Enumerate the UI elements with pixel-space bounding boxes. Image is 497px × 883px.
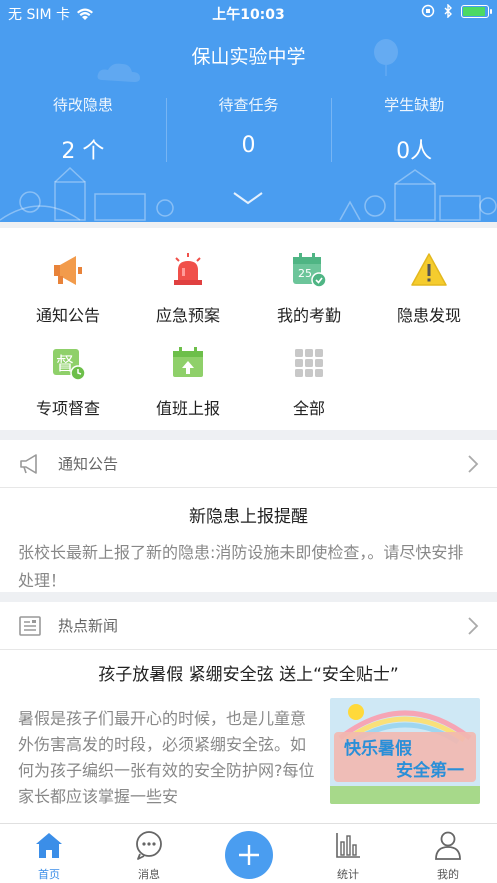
warning-icon bbox=[411, 253, 447, 286]
header: 无 SIM 卡 上午10:03 保山实验中学 待改隐患 2 个 待查任务 0 学… bbox=[0, 0, 497, 222]
grid-item-duty-report[interactable]: 值班上报 bbox=[126, 343, 250, 419]
tab-label: 首页 bbox=[38, 868, 60, 881]
stat-pending-hazards[interactable]: 待改隐患 2 个 bbox=[0, 94, 166, 165]
grid-item-notice[interactable]: 通知公告 bbox=[6, 250, 130, 326]
stat-pending-tasks[interactable]: 待查任务 0 bbox=[165, 94, 332, 165]
grid-label: 我的考勤 bbox=[276, 306, 341, 325]
stats-row: 待改隐患 2 个 待查任务 0 学生缺勤 0人 bbox=[0, 94, 497, 165]
grid-item-attendance[interactable]: 25 我的考勤 bbox=[247, 250, 371, 326]
notice-title[interactable]: 新隐患上报提醒 bbox=[0, 502, 497, 527]
school-name: 保山实验中学 bbox=[191, 46, 306, 68]
grid-item-hazard-discovery[interactable]: 隐患发现 bbox=[367, 250, 491, 326]
feature-grid: 通知公告 应急预案 25 我的考勤 隐患发现 督 专项督查 值班上报 全部 bbox=[0, 228, 497, 430]
news-card: 热点新闻 孩子放暑假 紧绷安全弦 送上“安全贴士” 暑假是孩子们最开心的时候，也… bbox=[0, 602, 497, 823]
home-icon bbox=[36, 833, 62, 858]
grid-label: 隐患发现 bbox=[396, 306, 461, 325]
add-button[interactable] bbox=[225, 831, 273, 879]
grid-label: 全部 bbox=[292, 399, 325, 418]
notice-card: 通知公告 新隐患上报提醒 张校长最新上报了新的隐患:消防设施未即使检查，。请尽快… bbox=[0, 440, 497, 592]
plus-icon bbox=[239, 845, 259, 865]
stat-label: 待查任务 bbox=[218, 96, 279, 114]
news-body: 暑假是孩子们最开心的时候，也是儿童意外伤害高发的时段，必须紧绷安全弦。如何为孩子… bbox=[18, 709, 315, 806]
stat-value: 0 bbox=[241, 133, 256, 158]
stat-label: 学生缺勤 bbox=[384, 96, 445, 114]
image-caption-2: 安全第一 bbox=[396, 760, 464, 781]
notice-header[interactable]: 通知公告 bbox=[0, 440, 497, 488]
grid-label: 应急预案 bbox=[155, 306, 220, 325]
grid-item-all[interactable]: 全部 bbox=[247, 343, 371, 419]
alarm-light-icon bbox=[174, 253, 202, 285]
calendar-check-icon: 25 bbox=[293, 253, 327, 288]
chat-icon bbox=[136, 831, 162, 860]
grid-label: 通知公告 bbox=[35, 306, 100, 325]
all-grid-icon bbox=[295, 349, 323, 377]
news-header[interactable]: 热点新闻 bbox=[0, 602, 497, 650]
megaphone-outline-icon bbox=[20, 453, 37, 474]
section-title: 通知公告 bbox=[58, 455, 119, 473]
summer-safety-illustration: 快乐暑假 安全第一 bbox=[330, 698, 480, 804]
notice-body: 张校长最新上报了新的隐患:消防设施未即使检查，。请尽快安排处理！ bbox=[18, 543, 464, 590]
tab-label: 我的 bbox=[437, 868, 459, 881]
news-title[interactable]: 孩子放暑假 紧绷安全弦 送上“安全贴士” bbox=[0, 660, 497, 685]
image-caption-1: 快乐暑假 bbox=[344, 738, 412, 759]
news-thumbnail[interactable]: 快乐暑假 安全第一 bbox=[330, 698, 480, 804]
calendar-day: 25 bbox=[298, 267, 312, 280]
stat-value: 0人 bbox=[396, 139, 433, 164]
rotation-lock-icon bbox=[421, 4, 435, 18]
bluetooth-icon bbox=[444, 4, 452, 18]
bar-chart-icon bbox=[336, 833, 360, 858]
grid-item-special-supervision[interactable]: 督 专项督查 bbox=[6, 343, 130, 419]
tab-statistics[interactable]: 统计 bbox=[308, 830, 388, 882]
tab-bar: 首页 消息 统计 我的 bbox=[0, 823, 497, 883]
section-title: 热点新闻 bbox=[58, 617, 119, 635]
tab-mine[interactable]: 我的 bbox=[408, 830, 488, 882]
stat-label: 待改隐患 bbox=[52, 96, 113, 114]
tab-home[interactable]: 首页 bbox=[9, 830, 89, 882]
tab-messages[interactable]: 消息 bbox=[109, 830, 189, 882]
user-icon bbox=[435, 831, 461, 860]
newspaper-icon bbox=[19, 615, 41, 636]
grid-label: 值班上报 bbox=[155, 399, 220, 418]
chevron-right-icon[interactable] bbox=[467, 616, 479, 636]
tab-label: 消息 bbox=[138, 868, 160, 881]
stat-student-absence[interactable]: 学生缺勤 0人 bbox=[331, 94, 497, 165]
stat-value: 2 个 bbox=[61, 139, 105, 164]
grid-item-emergency-plan[interactable]: 应急预案 bbox=[126, 250, 250, 326]
supervise-icon: 督 bbox=[53, 349, 86, 381]
chevron-right-icon[interactable] bbox=[467, 454, 479, 474]
chevron-down-icon[interactable] bbox=[232, 190, 264, 206]
duty-report-icon bbox=[173, 347, 203, 377]
tab-label: 统计 bbox=[337, 868, 359, 881]
megaphone-icon bbox=[54, 256, 82, 285]
battery-icon bbox=[461, 4, 492, 18]
status-bar: 无 SIM 卡 上午10:03 bbox=[0, 0, 497, 26]
grid-label: 专项督查 bbox=[35, 399, 100, 418]
